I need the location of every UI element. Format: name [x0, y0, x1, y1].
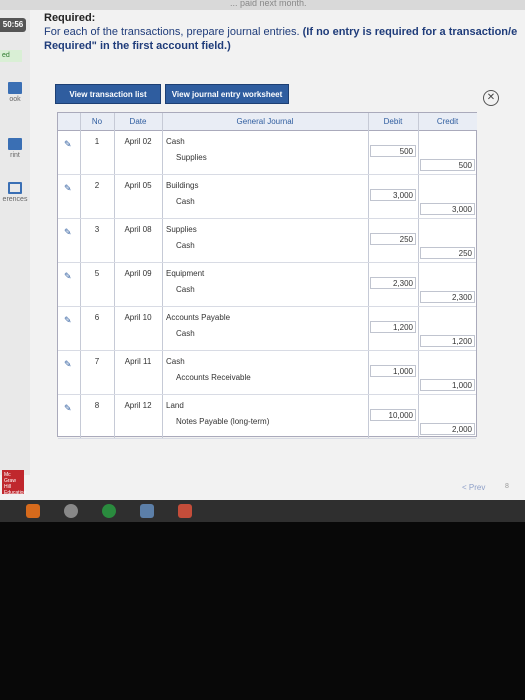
credit-amount[interactable]: 1,200 — [420, 335, 475, 347]
debit-account[interactable]: Cash — [166, 357, 185, 366]
instruction-plain: For each of the transactions, prepare jo… — [44, 26, 303, 38]
app-icon[interactable] — [140, 504, 154, 518]
journal-row: ✎ 7 April 11 Cash Accounts Receivable 1,000 1,… — [58, 351, 476, 395]
book-icon — [8, 82, 22, 94]
header-date: Date — [114, 113, 162, 131]
journal-row: ✎ 5 April 09 Equipment Cash 2,300 2,300 — [58, 263, 476, 307]
view-transaction-list-button[interactable]: View transaction list — [55, 84, 161, 104]
credit-amount[interactable]: 250 — [420, 247, 475, 259]
credit-account[interactable]: Accounts Receivable — [176, 373, 251, 382]
sidebar-item-label: ook — [9, 96, 21, 103]
debit-account[interactable]: Accounts Payable — [166, 313, 230, 322]
mcgraw-hill-logo: Mc Graw Hill Education — [2, 470, 27, 496]
journal-row: ✎ 8 April 12 Land Notes Payable (long-term) 1… — [58, 395, 476, 439]
required-title: Required: — [44, 12, 96, 24]
debit-account[interactable]: Land — [166, 401, 184, 410]
credit-account[interactable]: Cash — [176, 241, 195, 250]
page-number: 8 — [505, 483, 509, 490]
journal-row: ✎ 6 April 10 Accounts Payable Cash 1,200 1,200 — [58, 307, 476, 351]
view-journal-worksheet-button[interactable]: View journal entry worksheet — [165, 84, 289, 104]
header-edit — [58, 113, 80, 131]
instruction-line2: Required" in the first account field.) — [44, 40, 231, 52]
row-date: April 02 — [124, 137, 152, 146]
top-strip: ... paid next month. — [0, 0, 525, 10]
debit-amount[interactable]: 3,000 — [370, 189, 416, 201]
close-icon[interactable]: ✕ — [483, 90, 499, 106]
sidebar-item-label: rint — [10, 152, 20, 159]
credit-amount[interactable]: 500 — [420, 159, 475, 171]
row-date: April 05 — [124, 181, 152, 190]
print-icon — [8, 138, 22, 150]
general-journal-table: No Date General Journal Debit Credit ✎ 1 A… — [57, 112, 477, 439]
header-credit: Credit — [418, 113, 477, 131]
header-no: No — [80, 113, 114, 131]
debit-amount[interactable]: 2,300 — [370, 277, 416, 289]
screen: ... paid next month. 50:56 ed ook rint e… — [0, 0, 525, 500]
edit-icon[interactable]: ✎ — [64, 316, 74, 325]
edit-icon[interactable]: ✎ — [64, 140, 74, 149]
top-strip-text: ... paid next month. — [230, 0, 307, 8]
credit-account[interactable]: Cash — [176, 285, 195, 294]
row-date: April 08 — [124, 225, 152, 234]
app-icon[interactable] — [178, 504, 192, 518]
chrome-icon[interactable] — [102, 504, 116, 518]
credit-account[interactable]: Cash — [176, 329, 195, 338]
debit-account[interactable]: Buildings — [166, 181, 198, 190]
credit-account[interactable]: Cash — [176, 197, 195, 206]
references-icon — [8, 182, 22, 194]
debit-amount[interactable]: 1,000 — [370, 365, 416, 377]
edit-icon[interactable]: ✎ — [64, 360, 74, 369]
row-date: April 12 — [124, 401, 152, 410]
journal-row: ✎ 3 April 08 Supplies Cash 250 250 — [58, 219, 476, 263]
credit-amount[interactable]: 1,000 — [420, 379, 475, 391]
row-number: 1 — [94, 137, 100, 146]
prev-link[interactable]: < Prev — [462, 483, 485, 492]
timer: 50:56 — [0, 18, 26, 32]
row-number: 6 — [94, 313, 100, 322]
app-icon[interactable] — [64, 504, 78, 518]
row-date: April 09 — [124, 269, 152, 278]
debit-amount[interactable]: 250 — [370, 233, 416, 245]
sidebar-badge: ed — [0, 50, 22, 62]
debit-account[interactable]: Supplies — [166, 225, 197, 234]
credit-amount[interactable]: 2,300 — [420, 291, 475, 303]
sidebar-item-label: erences — [2, 196, 28, 203]
taskbar — [0, 500, 525, 522]
edit-icon[interactable]: ✎ — [64, 228, 74, 237]
sidebar-item-ebook[interactable]: ook — [0, 82, 30, 103]
header-debit: Debit — [368, 113, 418, 131]
sidebar-item-print[interactable]: rint — [0, 138, 30, 159]
app-icon[interactable] — [26, 504, 40, 518]
edit-icon[interactable]: ✎ — [64, 404, 74, 413]
debit-amount[interactable]: 500 — [370, 145, 416, 157]
row-number: 8 — [94, 401, 100, 410]
credit-amount[interactable]: 3,000 — [420, 203, 475, 215]
row-date: April 10 — [124, 313, 152, 322]
monitor-bezel — [0, 522, 525, 700]
header-general-journal: General Journal — [162, 113, 368, 131]
credit-account[interactable]: Supplies — [176, 153, 207, 162]
row-number: 2 — [94, 181, 100, 190]
credit-account[interactable]: Notes Payable (long-term) — [176, 417, 269, 426]
debit-account[interactable]: Equipment — [166, 269, 204, 278]
sidebar-item-references[interactable]: erences — [0, 182, 30, 203]
edit-icon[interactable]: ✎ — [64, 184, 74, 193]
instructions: For each of the transactions, prepare jo… — [44, 25, 524, 53]
row-number: 5 — [94, 269, 100, 278]
debit-account[interactable]: Cash — [166, 137, 185, 146]
credit-amount[interactable]: 2,000 — [420, 423, 475, 435]
row-number: 7 — [94, 357, 100, 366]
edit-icon[interactable]: ✎ — [64, 272, 74, 281]
left-sidebar: 50:56 ed ook rint erences — [0, 10, 30, 475]
debit-amount[interactable]: 1,200 — [370, 321, 416, 333]
journal-row: ✎ 2 April 05 Buildings Cash 3,000 3,000 — [58, 175, 476, 219]
journal-row: ✎ 1 April 02 Cash Supplies 500 500 — [58, 131, 476, 175]
debit-amount[interactable]: 10,000 — [370, 409, 416, 421]
instruction-bold: (If no entry is required for a transacti… — [302, 26, 518, 38]
row-number: 3 — [94, 225, 100, 234]
row-date: April 11 — [124, 357, 152, 366]
